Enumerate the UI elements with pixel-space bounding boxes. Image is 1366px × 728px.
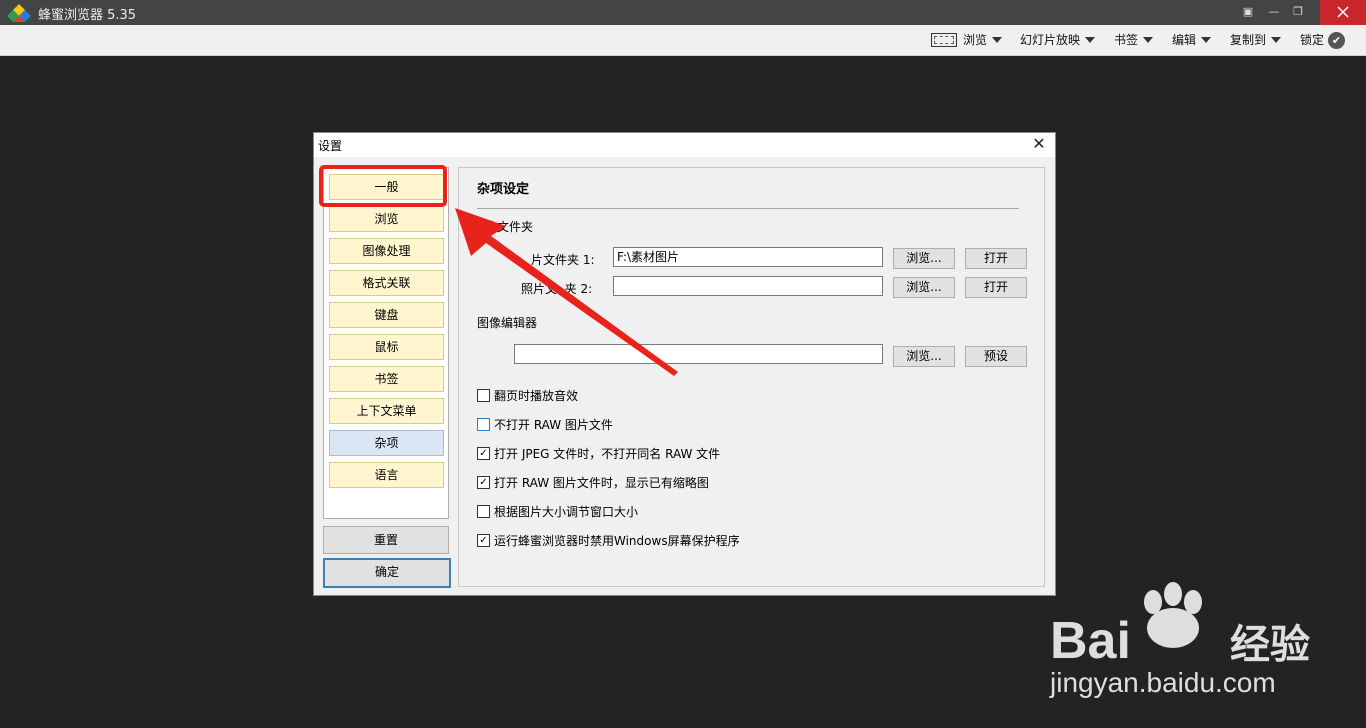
- watermark-url: jingyan.baidu.com: [1049, 667, 1276, 698]
- watermark-brand2: 经验: [1230, 622, 1310, 668]
- baidu-watermark-logo: Bai 经验 jingyan.baidu.com: [1049, 582, 1310, 698]
- watermark-brand: Bai: [1050, 612, 1131, 670]
